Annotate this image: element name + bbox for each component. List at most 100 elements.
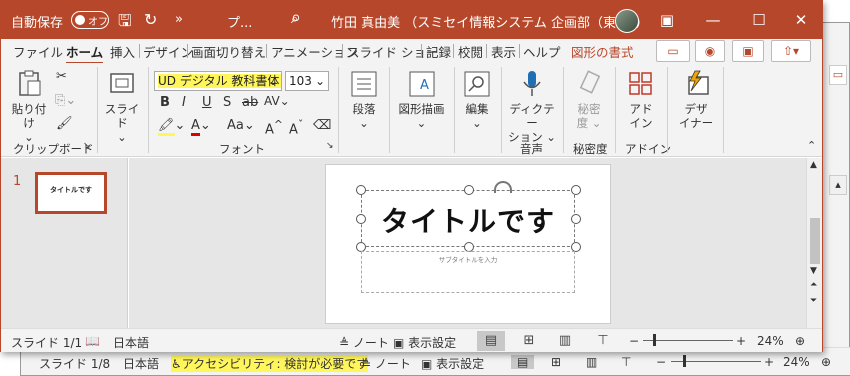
- bg-sorter-view-icon[interactable]: ⊞: [551, 355, 561, 369]
- bg-slideshow-icon[interactable]: ⊤: [621, 355, 631, 369]
- drawing-button[interactable]: A 図形描画 ⌄: [394, 69, 449, 130]
- shadow-button[interactable]: S: [223, 95, 231, 110]
- reading-view-icon[interactable]: ▥: [551, 331, 579, 351]
- font-size-select[interactable]: 103 ⌄: [285, 71, 329, 91]
- copy-icon[interactable]: ⎘⌄: [55, 93, 76, 108]
- clear-formatting-icon[interactable]: ⌫: [313, 118, 331, 133]
- tab-shape-format[interactable]: 図形の書式: [571, 42, 634, 61]
- tab-slideshow[interactable]: スライド ショー: [347, 42, 438, 61]
- tab-design[interactable]: デザイン: [143, 42, 193, 61]
- bg-minimize-ribbon-icon[interactable]: ▭: [829, 65, 847, 85]
- zoom-out-icon[interactable]: −: [629, 334, 639, 348]
- bold-button[interactable]: B: [160, 95, 170, 110]
- ribbon-display-icon[interactable]: ▣: [644, 1, 690, 39]
- paste-button[interactable]: 貼り付け ⌄: [9, 69, 49, 144]
- collapse-ribbon-icon[interactable]: ⌃: [807, 139, 816, 152]
- spellcheck-icon[interactable]: 📖: [85, 334, 100, 348]
- share-icon[interactable]: ⇧▾: [771, 40, 811, 62]
- designer-button[interactable]: デザ イナー: [674, 69, 718, 130]
- font-name-select[interactable]: UD デジタル 教科書体 N ⌄: [154, 71, 282, 91]
- resize-handle[interactable]: [571, 185, 581, 195]
- bg-normal-view-icon[interactable]: ▤: [511, 355, 535, 369]
- cut-icon[interactable]: ✂: [56, 69, 67, 84]
- notes-button[interactable]: ≜ ノート: [339, 334, 389, 351]
- tab-animations[interactable]: アニメーション: [271, 42, 358, 61]
- paragraph-button[interactable]: 段落 ⌄: [344, 69, 384, 130]
- zoom-in-icon[interactable]: +: [736, 334, 746, 348]
- present-icon[interactable]: ▣: [732, 40, 764, 62]
- dictate-button[interactable]: ディクテー ション ⌄: [506, 69, 558, 144]
- bg-zoom-out-icon[interactable]: −: [656, 355, 666, 369]
- bg-zoom-in-icon[interactable]: +: [764, 355, 774, 369]
- bg-scroll-up-icon[interactable]: ▴: [829, 175, 847, 195]
- view-settings-button[interactable]: ▣ 表示設定: [393, 334, 456, 351]
- rotate-handle-icon[interactable]: [494, 181, 512, 193]
- fit-to-window-icon[interactable]: ⊕: [795, 334, 805, 348]
- subtitle-placeholder[interactable]: サブタイトルを入力: [361, 251, 575, 293]
- resize-handle[interactable]: [356, 185, 366, 195]
- slideshow-icon[interactable]: ⊤: [589, 331, 617, 351]
- zoom-track[interactable]: [643, 340, 733, 341]
- previous-slide-icon[interactable]: ⏶: [810, 280, 817, 290]
- bg-view-settings-button[interactable]: ▣ 表示設定: [421, 355, 484, 372]
- bg-status-lang[interactable]: 日本語: [123, 355, 159, 372]
- vertical-scrollbar[interactable]: ▲ ▼ ⏶ ⏷: [806, 158, 822, 328]
- tab-help[interactable]: ヘルプ: [523, 42, 561, 61]
- bg-zoom-level[interactable]: 24%: [783, 355, 810, 369]
- zoom-thumb[interactable]: [653, 334, 656, 346]
- font-color-icon[interactable]: A⌄: [191, 118, 211, 136]
- record-icon[interactable]: ◉: [695, 40, 725, 62]
- scroll-thumb[interactable]: [810, 218, 820, 264]
- tab-record[interactable]: 記録: [426, 42, 451, 61]
- scroll-up-icon[interactable]: ▲: [810, 160, 817, 170]
- grow-font-button[interactable]: A^: [265, 118, 283, 137]
- strikethrough-button[interactable]: ab: [242, 95, 258, 110]
- addins-group-label: アドイン: [625, 142, 671, 156]
- editing-button[interactable]: 編集 ⌄: [459, 69, 495, 130]
- qat-more-icon[interactable]: »: [175, 12, 183, 27]
- new-slide-button[interactable]: スライド ⌄: [102, 69, 142, 144]
- tab-file[interactable]: ファイル: [13, 42, 63, 61]
- close-button[interactable]: ✕: [778, 1, 824, 39]
- maximize-button[interactable]: ☐: [736, 1, 782, 39]
- slide-thumbnail[interactable]: タイトルです: [35, 172, 107, 214]
- shrink-font-button[interactable]: Aˇ: [289, 118, 303, 137]
- clipboard-launcher-icon[interactable]: ↘: [83, 141, 91, 151]
- slide[interactable]: タイトルです サブタイトルを入力: [325, 164, 611, 324]
- avatar[interactable]: [615, 9, 639, 33]
- italic-button[interactable]: I: [182, 95, 186, 110]
- comments-icon[interactable]: ▭: [656, 40, 690, 62]
- change-case-button[interactable]: Aa⌄: [227, 118, 255, 133]
- slide-sorter-icon[interactable]: ⊞: [515, 331, 543, 351]
- bg-fit-window-icon[interactable]: ⊕: [821, 355, 831, 369]
- bg-accessibility-status[interactable]: ♿アクセシビリティ: 検討が必要です: [171, 355, 369, 372]
- zoom-level[interactable]: 24%: [757, 334, 784, 348]
- tab-view[interactable]: 表示: [491, 42, 516, 61]
- redo-icon[interactable]: ↻: [144, 10, 157, 29]
- next-slide-icon[interactable]: ⏷: [810, 296, 817, 306]
- search-icon-alt[interactable]: ⌕: [291, 7, 301, 28]
- tab-review[interactable]: 校閲: [458, 42, 483, 61]
- highlighter-icon[interactable]: 🖍⌄: [158, 118, 185, 136]
- addins-button[interactable]: アド イン: [621, 69, 661, 130]
- resize-handle[interactable]: [464, 185, 474, 195]
- tab-home[interactable]: ホーム: [66, 42, 104, 65]
- char-spacing-icon[interactable]: AV⌄: [264, 94, 290, 108]
- underline-button[interactable]: U: [202, 95, 212, 110]
- minimize-button[interactable]: —: [690, 1, 736, 39]
- scroll-down-icon[interactable]: ▼: [810, 266, 817, 276]
- title-textbox[interactable]: タイトルです: [356, 181, 581, 252]
- tab-transitions[interactable]: 画面切り替え: [191, 42, 266, 61]
- bg-zoom-thumb[interactable]: [683, 355, 686, 367]
- bg-reading-view-icon[interactable]: ▥: [586, 355, 597, 369]
- tab-insert[interactable]: 挿入: [110, 42, 135, 61]
- format-painter-icon[interactable]: 🖌: [56, 116, 73, 131]
- slide-title[interactable]: タイトルです: [362, 200, 574, 240]
- save-icon[interactable]: 🖫: [118, 10, 132, 37]
- sensitivity-button[interactable]: 秘密度 ⌄: [569, 69, 609, 130]
- autosave-toggle[interactable]: オフ: [71, 11, 109, 29]
- font-launcher-icon[interactable]: ↘: [326, 141, 334, 151]
- normal-view-icon[interactable]: ▤: [477, 331, 505, 351]
- bg-notes-button[interactable]: ≜ ノート: [361, 355, 411, 372]
- status-lang[interactable]: 日本語: [113, 334, 149, 351]
